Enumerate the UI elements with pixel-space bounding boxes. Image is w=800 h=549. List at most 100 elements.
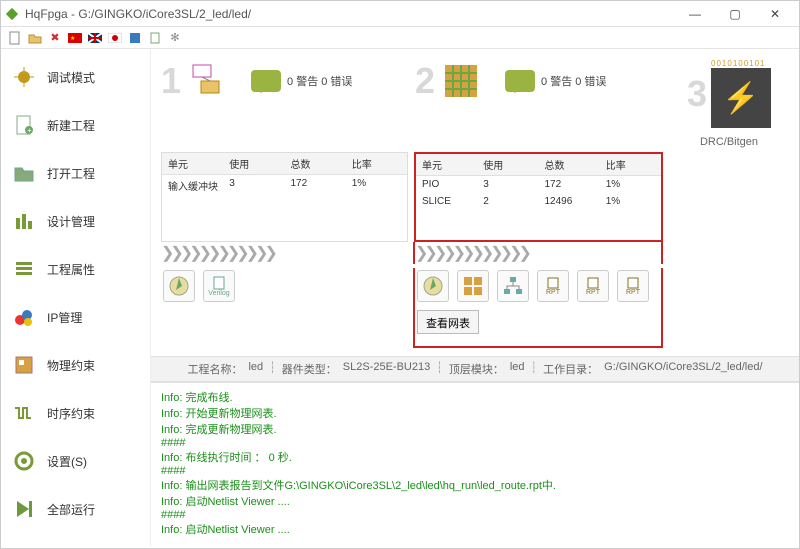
doc-icon[interactable]: [147, 30, 163, 46]
stage-2: 2 0 警告 0 错误: [415, 59, 663, 148]
app-icon: [5, 7, 19, 21]
verilog-icon[interactable]: Verilog: [203, 270, 235, 302]
warn-text: 0 警告 0 错误: [287, 73, 352, 89]
stage-row: 1 0 警告 0 错误 2 0 警告 0 错误: [151, 49, 799, 148]
table-row: 输入缓冲块31721%: [162, 175, 407, 196]
chip-icon: ⚡: [711, 68, 771, 128]
list-icon: [11, 256, 37, 282]
col-unit: 单元: [162, 153, 223, 174]
flag-en-icon[interactable]: [87, 30, 103, 46]
progress-arrows-2: ❯❯❯❯❯❯❯❯❯❯❯❯: [413, 242, 663, 264]
svg-text:★: ★: [70, 35, 75, 42]
col-total: 总数: [539, 154, 600, 175]
content: 1 0 警告 0 错误 2 0 警告 0 错误: [151, 49, 799, 546]
sidebar-item-ip[interactable]: IP管理: [1, 293, 150, 341]
log-line: Info: 开始更新物理网表.: [161, 405, 789, 421]
col-total: 总数: [285, 153, 346, 174]
titlebar: HqFpga - G:/GINGKO/iCore3SL/2_led/led/ —…: [1, 1, 799, 27]
svg-text:+: +: [27, 126, 32, 135]
table-header: 单元 使用 总数 比率: [416, 154, 661, 176]
rpt-icon[interactable]: RPT: [537, 270, 569, 302]
stage-number: 1: [161, 63, 181, 99]
col-ratio: 比率: [600, 154, 661, 175]
maximize-button[interactable]: ▢: [715, 2, 755, 26]
stage3-label: DRC/Bitgen: [700, 136, 758, 148]
sidebar-item-open[interactable]: 打开工程: [1, 149, 150, 197]
log-line: Info: 启动Netlist Viewer ....: [161, 521, 789, 537]
book-icon[interactable]: [127, 30, 143, 46]
log-line: Info: 完成更新物理网表.: [161, 421, 789, 437]
progress-arrows-1: ❯❯❯❯❯❯❯❯❯❯❯❯: [161, 242, 407, 264]
tools-block-2: RPT RPT RPT 查看网表: [413, 268, 663, 348]
sidebar-item-label: 新建工程: [47, 117, 95, 134]
close-proj-icon[interactable]: ✖: [47, 30, 63, 46]
table-row: PIO31721%: [416, 176, 661, 193]
log-line: Info: 输出网表报告到文件G:\GINGKO\iCore3SL\2_led\…: [161, 477, 789, 493]
flag-jp-icon[interactable]: [107, 30, 123, 46]
log-line: ####: [161, 465, 789, 477]
grid-icon[interactable]: [457, 270, 489, 302]
col-unit: 单元: [416, 154, 477, 175]
compass-icon[interactable]: [163, 270, 195, 302]
new-icon[interactable]: [7, 30, 23, 46]
main: 调试模式 + 新建工程 打开工程 设计管理 工程属性 IP管理 物理约束 时序约: [1, 49, 799, 546]
sidebar-item-label: 调试模式: [47, 69, 95, 86]
sidebar-item-label: 设计管理: [47, 213, 95, 230]
sidebar-item-debug[interactable]: 调试模式: [1, 53, 150, 101]
stage-1: 1 0 警告 0 错误: [161, 59, 409, 148]
stage-number: 2: [415, 63, 435, 99]
physical-icon: [11, 352, 37, 378]
stage-number: 3: [687, 76, 707, 112]
view-netlist-button[interactable]: 查看网表: [417, 310, 479, 334]
sidebar-item-timing[interactable]: 时序约束: [1, 389, 150, 437]
rpt-icon[interactable]: RPT: [617, 270, 649, 302]
resource-table-2: 单元 使用 总数 比率 PIO31721% SLICE2124961%: [414, 152, 663, 242]
sidebar-item-props[interactable]: 工程属性: [1, 245, 150, 293]
open-icon[interactable]: [27, 30, 43, 46]
log-line: Info: 布线执行时间 ： 0 秒.: [161, 449, 789, 465]
sidebar-item-settings[interactable]: 设置(S): [1, 437, 150, 485]
close-button[interactable]: ✕: [755, 2, 795, 26]
table-header: 单元 使用 总数 比率: [162, 153, 407, 175]
sidebar: 调试模式 + 新建工程 打开工程 设计管理 工程属性 IP管理 物理约束 时序约: [1, 49, 151, 546]
stage-3: 3 0010100101 ⚡ DRC/Bitgen: [669, 59, 789, 148]
sidebar-item-runall[interactable]: 全部运行: [1, 485, 150, 533]
tools-block-1: Verilog: [161, 268, 407, 348]
gear-icon[interactable]: ✻: [167, 30, 183, 46]
sidebar-item-design[interactable]: 设计管理: [1, 197, 150, 245]
tree-icon[interactable]: [497, 270, 529, 302]
log-line: Info: 启动Netlist Viewer ....: [161, 493, 789, 509]
speech-icon: [505, 70, 535, 92]
minimize-button[interactable]: —: [675, 2, 715, 26]
sidebar-item-physical[interactable]: 物理约束: [1, 341, 150, 389]
debug-icon: [11, 64, 37, 90]
settings-icon: [11, 448, 37, 474]
warn-text: 0 警告 0 错误: [541, 73, 606, 89]
sidebar-item-new[interactable]: + 新建工程: [1, 101, 150, 149]
placeroute-icon: [441, 61, 481, 101]
open-project-icon: [11, 160, 37, 186]
window-title: HqFpga - G:/GINGKO/iCore3SL/2_led/led/: [25, 7, 675, 21]
log-line: Info: 完成布线.: [161, 389, 789, 405]
compass-icon[interactable]: [417, 270, 449, 302]
speech-icon: [251, 70, 281, 92]
sidebar-item-label: 打开工程: [47, 165, 95, 182]
log-line: ####: [161, 509, 789, 521]
sidebar-item-label: 全部运行: [47, 501, 95, 518]
log-panel[interactable]: Info: 完成布线.Info: 开始更新物理网表.Info: 完成更新物理网表…: [151, 382, 799, 546]
table-row: SLICE2124961%: [416, 193, 661, 210]
sidebar-item-label: 物理约束: [47, 357, 95, 374]
rpt-icon[interactable]: RPT: [577, 270, 609, 302]
resource-table-1: 单元 使用 总数 比率 输入缓冲块31721%: [161, 152, 408, 242]
col-ratio: 比率: [346, 153, 407, 174]
flag-cn-icon[interactable]: ★: [67, 30, 83, 46]
timing-icon: [11, 400, 37, 426]
status-bar: 工程名称：led┆ 器件类型：SL2S-25E-BU213┆ 顶层模块：led┆…: [151, 356, 799, 382]
sidebar-item-label: 设置(S): [47, 453, 87, 470]
col-used: 使用: [477, 154, 538, 175]
sidebar-item-label: IP管理: [47, 309, 82, 326]
ip-icon: [11, 304, 37, 330]
log-line: ####: [161, 437, 789, 449]
design-icon: [11, 208, 37, 234]
new-project-icon: +: [11, 112, 37, 138]
